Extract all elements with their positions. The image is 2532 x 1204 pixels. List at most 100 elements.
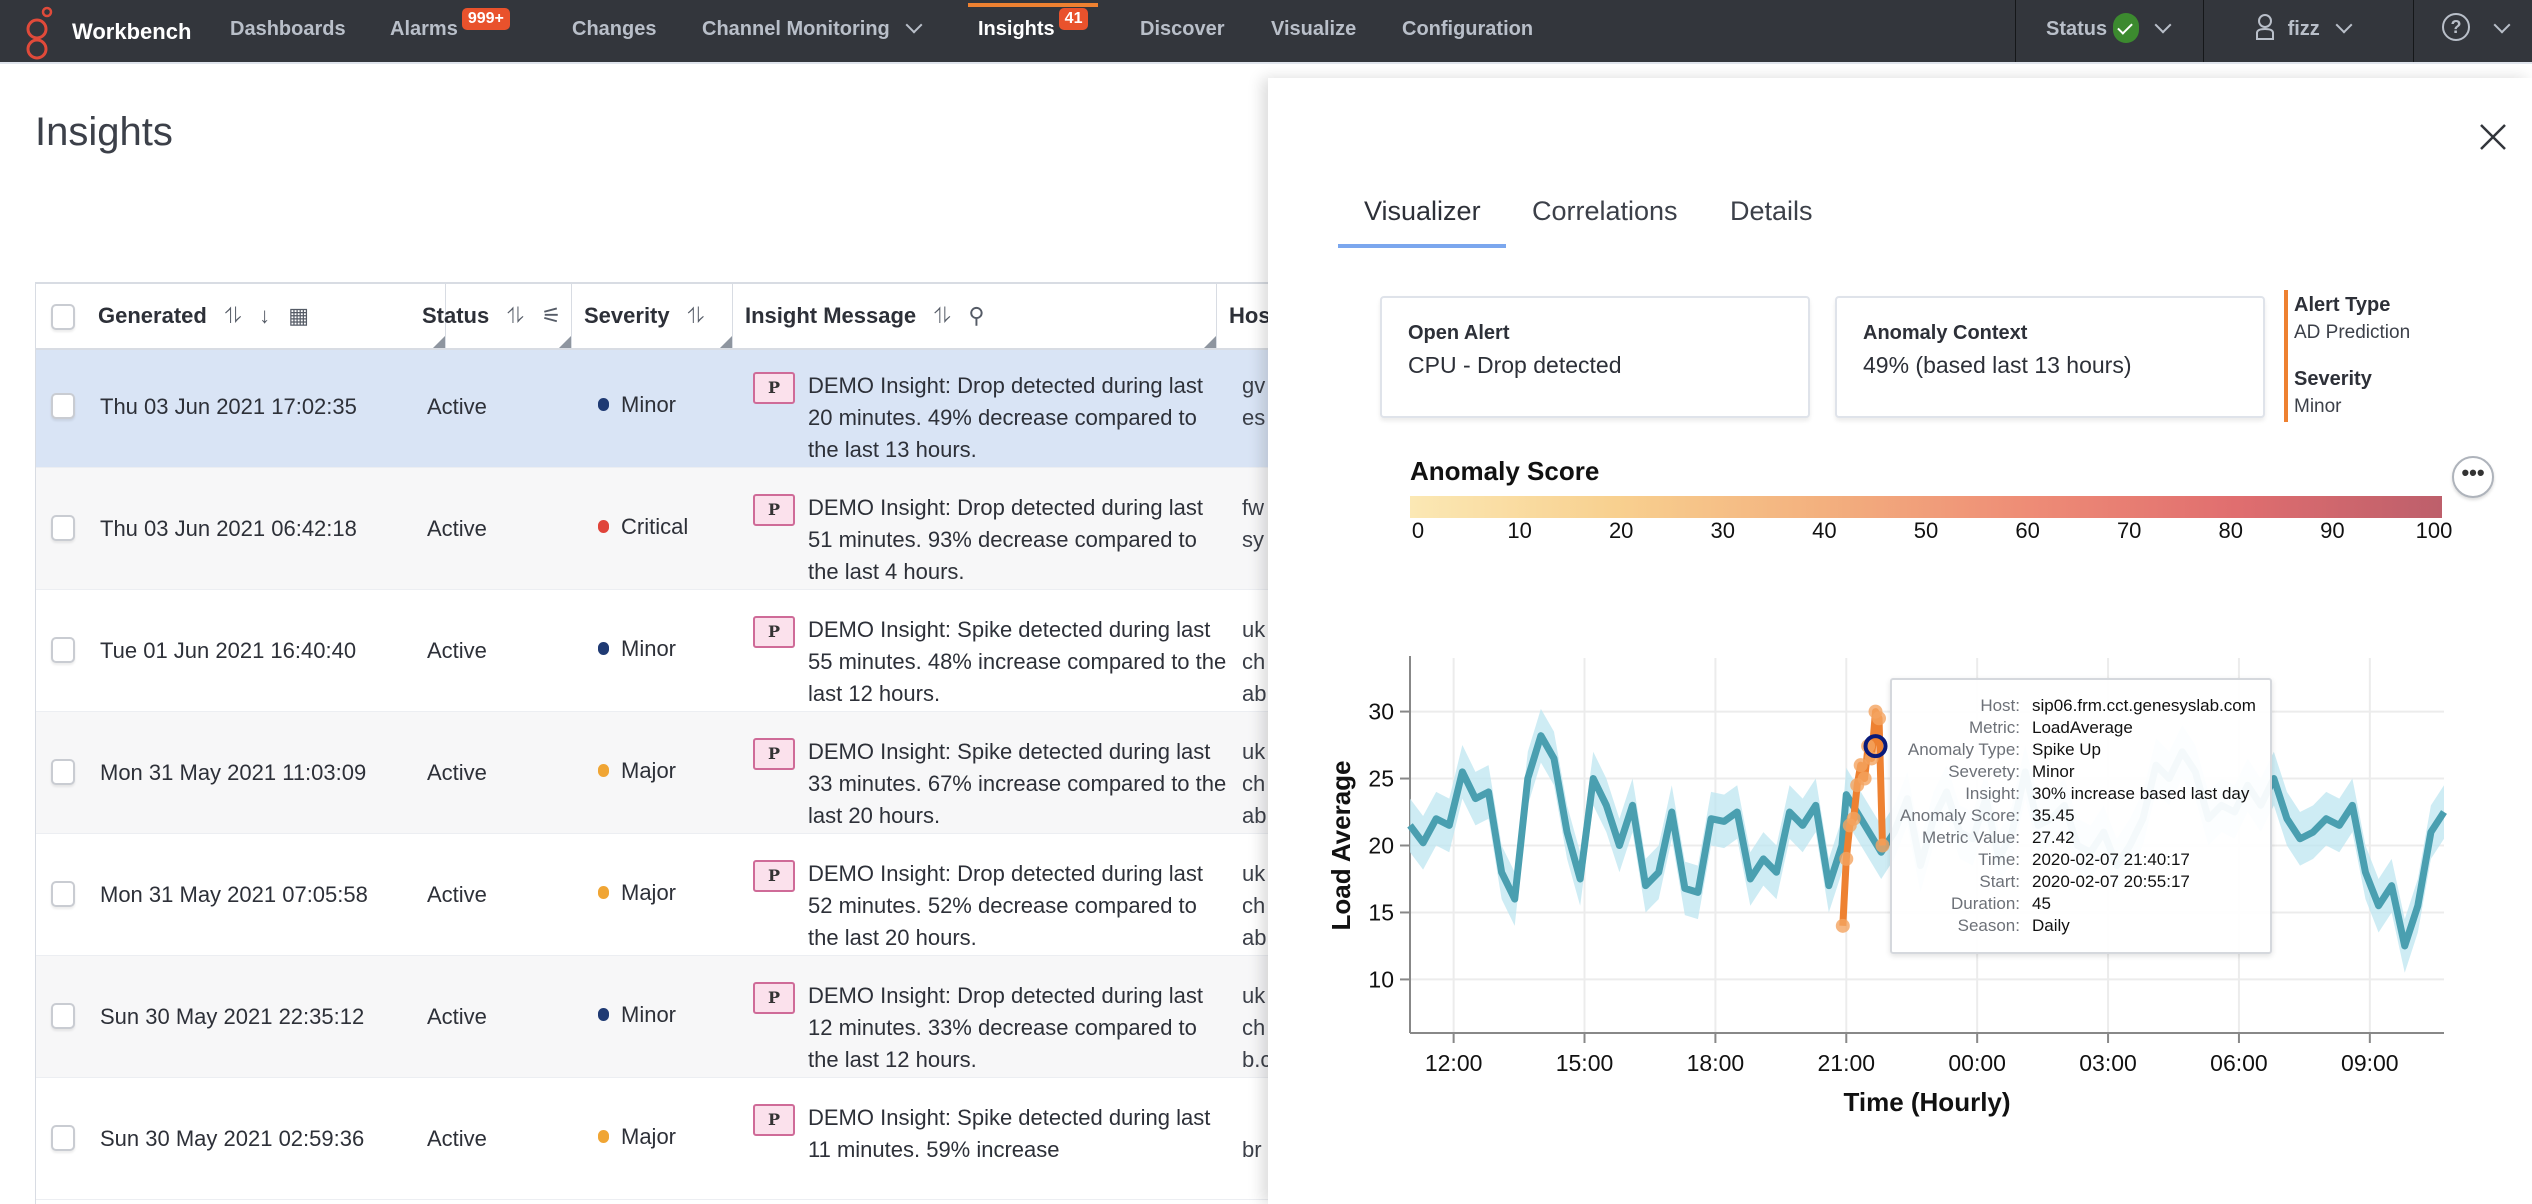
meta-accent-bar: [2284, 290, 2288, 422]
tooltip-value: 2020-02-07 20:55:17: [2032, 872, 2190, 891]
table-row[interactable]: Mon 31 May 2021 11:03:09 Active Major P DEMO…: [36, 712, 1275, 834]
alarms-count-badge: 999+: [461, 8, 510, 30]
tab-visualizer[interactable]: Visualizer: [1364, 196, 1481, 227]
status-cell: Active: [427, 394, 487, 419]
nav-changes-label: Changes: [572, 18, 657, 40]
insights-count-badge: 41: [1058, 8, 1089, 30]
sort-icon[interactable]: ⥮: [934, 284, 950, 348]
close-icon[interactable]: [2478, 122, 2508, 152]
nav-visualize[interactable]: Visualize: [1271, 0, 1356, 62]
column-status[interactable]: Status ⥮ ⚟: [410, 284, 572, 348]
priority-badge: P: [753, 982, 795, 1014]
calendar-icon[interactable]: ▦: [288, 284, 309, 348]
genesys-logo-icon: [26, 6, 53, 60]
column-resize-handle[interactable]: [1204, 336, 1216, 348]
status-menu[interactable]: Status: [2046, 0, 2172, 62]
severity-value: Minor: [2294, 396, 2342, 417]
chevron-down-icon: [2154, 16, 2172, 34]
column-host-label: Hos: [1229, 303, 1271, 328]
insight-message: DEMO Insight: Spike detected during last…: [808, 1105, 1211, 1162]
row-checkbox[interactable]: [51, 393, 75, 419]
nav-visualize-label: Visualize: [1271, 18, 1357, 40]
status-cell: Active: [427, 760, 487, 785]
tab-details[interactable]: Details: [1730, 196, 1813, 227]
priority-badge: P: [753, 494, 795, 526]
nav-dashboards[interactable]: Dashboards: [230, 0, 346, 62]
help-menu[interactable]: ?: [2440, 0, 2511, 62]
column-resize-handle[interactable]: [720, 336, 732, 348]
severity-label: Major: [621, 880, 677, 905]
open-alert-card: Open Alert CPU - Drop detected: [1380, 296, 1810, 418]
alert-type-label: Alert Type: [2294, 294, 2391, 316]
column-host[interactable]: Hos: [1217, 284, 1275, 348]
svg-text:?: ?: [2451, 17, 2462, 37]
tooltip-key: Season:: [1957, 916, 2020, 935]
priority-badge: P: [753, 738, 795, 770]
table-row[interactable]: Thu 03 Jun 2021 06:42:18 Active Critical P D…: [36, 468, 1275, 590]
table-row[interactable]: Thu 03 Jun 2021 17:02:35 Active Minor P DEMO…: [36, 346, 1275, 468]
severity-dot-icon: [598, 519, 609, 533]
tooltip-row: Season: Daily: [1892, 916, 2270, 938]
row-checkbox[interactable]: [51, 1003, 75, 1029]
chevron-down-icon: [905, 16, 923, 34]
row-checkbox[interactable]: [51, 881, 75, 907]
insight-message: DEMO Insight: Drop detected during last …: [808, 983, 1203, 1072]
status-cell: Active: [427, 882, 487, 907]
user-icon: [2256, 13, 2274, 40]
row-checkbox[interactable]: [51, 1125, 75, 1151]
more-options-button[interactable]: •••: [2452, 456, 2494, 498]
severity-cell: Minor: [598, 392, 676, 418]
sort-icon[interactable]: ⥮: [688, 284, 704, 348]
tooltip-value: Daily: [2032, 916, 2070, 935]
tooltip-value: 2020-02-07 21:40:17: [2032, 850, 2190, 869]
column-insight-message[interactable]: Insight Message ⥮ ⚲: [733, 284, 1217, 348]
score-tick-label: 100: [2415, 518, 2453, 543]
status-cell: Active: [427, 638, 487, 663]
table-row[interactable]: Sun 30 May 2021 02:59:36 Active Major P DEMO…: [36, 1078, 1275, 1200]
nav-divider: [2203, 0, 2204, 62]
anomaly-score-title: Anomaly Score: [1410, 456, 1600, 486]
open-alert-label: Open Alert: [1408, 322, 1510, 344]
sort-icon[interactable]: ⥮: [225, 284, 241, 348]
severity-dot-icon: [598, 1007, 609, 1021]
priority-badge: P: [753, 860, 795, 892]
nav-divider: [2413, 0, 2414, 62]
status-ok-icon: [2113, 12, 2140, 43]
column-resize-handle[interactable]: [559, 336, 571, 348]
row-checkbox[interactable]: [51, 759, 75, 785]
nav-changes[interactable]: Changes: [572, 0, 656, 62]
tooltip-key: Anomaly Score:: [1900, 806, 2020, 825]
generated-cell: Tue 01 Jun 2021 16:40:40: [100, 638, 357, 663]
search-icon[interactable]: ⚲: [968, 284, 984, 348]
table-row[interactable]: Mon 31 May 2021 07:05:58 Active Major P DEMO…: [36, 834, 1275, 956]
nav-discover[interactable]: Discover: [1140, 0, 1225, 62]
column-severity[interactable]: Severity ⥮: [572, 284, 733, 348]
table-header: Generated ⥮ ↓ ▦ Status ⥮ ⚟ Severity ⥮ In…: [36, 282, 1275, 350]
nav-configuration[interactable]: Configuration: [1402, 0, 1533, 62]
tab-correlations[interactable]: Correlations: [1532, 196, 1678, 227]
nav-insights[interactable]: Insights 41: [967, 0, 1099, 62]
brand-name[interactable]: Workbench: [72, 0, 191, 64]
sort-icon[interactable]: ⥮: [507, 284, 523, 348]
row-checkbox[interactable]: [51, 637, 75, 663]
tooltip-value: 45: [2032, 894, 2051, 913]
priority-badge: P: [753, 616, 795, 648]
insight-message: DEMO Insight: Spike detected during last…: [808, 617, 1227, 706]
tooltip-row: Time: 2020-02-07 21:40:17: [1892, 850, 2270, 872]
tooltip-key: Host:: [1980, 696, 2020, 715]
generated-cell: Mon 31 May 2021 07:05:58: [100, 882, 368, 907]
select-all-checkbox[interactable]: [51, 304, 75, 330]
nav-insights-label: Insights: [978, 18, 1055, 40]
tooltip-row: Insight: 30% increase based last day: [1892, 784, 2270, 806]
score-tick-label: 50: [1913, 518, 1939, 543]
tooltip-row: Host: sip06.frm.cct.genesyslab.com: [1892, 696, 2270, 718]
nav-alarms[interactable]: Alarms 999+: [390, 0, 510, 62]
table-row[interactable]: Tue 01 Jun 2021 16:40:40 Active Minor P DEMO…: [36, 590, 1275, 712]
table-row[interactable]: Sun 30 May 2021 22:35:12 Active Minor P DEMO…: [36, 956, 1275, 1078]
severity-cell: Critical: [598, 514, 688, 540]
column-generated[interactable]: Generated ⥮ ↓ ▦: [86, 284, 446, 348]
nav-channel-monitoring[interactable]: Channel Monitoring: [702, 0, 923, 62]
user-menu[interactable]: fizz: [2254, 0, 2353, 62]
sort-desc-arrow-icon[interactable]: ↓: [259, 284, 270, 348]
row-checkbox[interactable]: [51, 515, 75, 541]
